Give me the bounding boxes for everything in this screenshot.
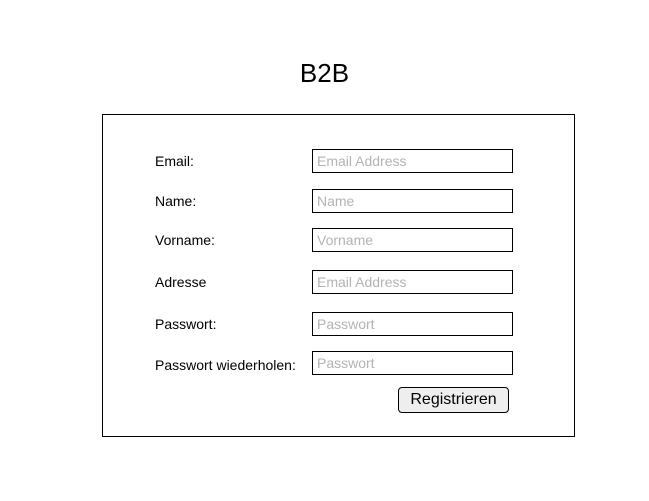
email-label: Email: xyxy=(155,153,194,169)
registration-form: Email: Name: Vorname: Adresse Passwort: … xyxy=(102,114,575,437)
email-field[interactable] xyxy=(312,149,513,173)
name-field[interactable] xyxy=(312,189,513,213)
adresse-field[interactable] xyxy=(312,270,513,294)
register-button[interactable]: Registrieren xyxy=(398,387,509,413)
password-label: Passwort: xyxy=(155,316,217,332)
vorname-label: Vorname: xyxy=(155,232,215,248)
name-label: Name: xyxy=(155,193,197,209)
adresse-label: Adresse xyxy=(155,274,207,290)
page-title: B2B xyxy=(299,58,350,89)
password-repeat-field[interactable] xyxy=(312,351,513,375)
vorname-field[interactable] xyxy=(312,228,513,252)
password-field[interactable] xyxy=(312,312,513,336)
password-repeat-label: Passwort wiederholen: xyxy=(155,357,296,373)
